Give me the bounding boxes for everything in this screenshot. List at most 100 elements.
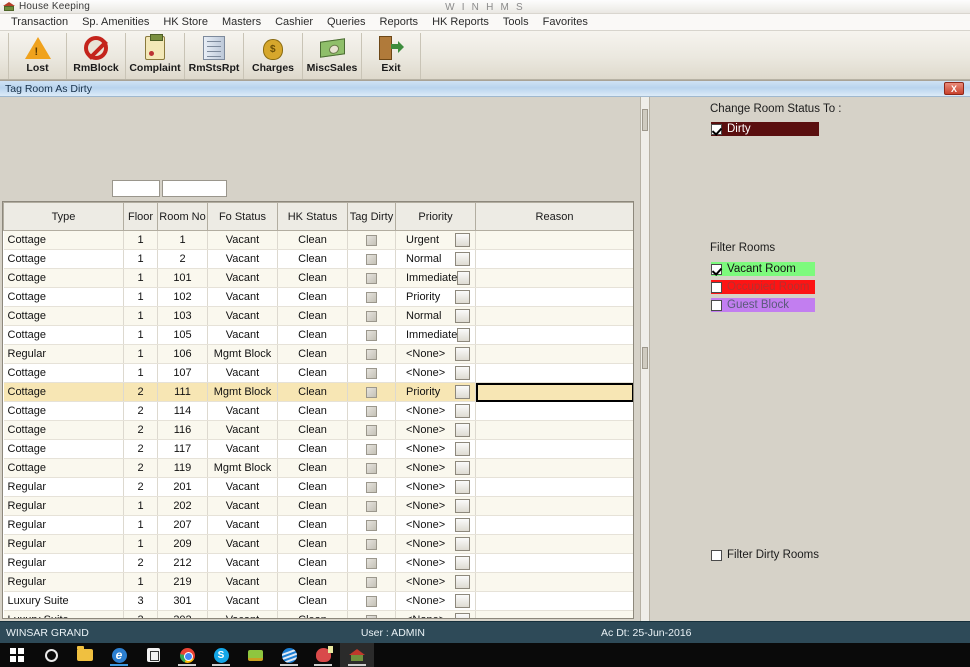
start-button[interactable] xyxy=(0,643,34,667)
cell-reason[interactable] xyxy=(476,592,634,611)
cell-priority[interactable]: Immediate xyxy=(396,269,476,288)
cell-priority[interactable]: Priority xyxy=(396,288,476,307)
tag-dirty-checkbox-icon[interactable] xyxy=(366,406,377,417)
col-priority[interactable]: Priority xyxy=(396,203,476,231)
cell-reason[interactable] xyxy=(476,611,634,620)
menu-reports[interactable]: Reports xyxy=(373,15,426,30)
cell-reason[interactable] xyxy=(476,231,634,250)
cell-priority[interactable]: Immediate xyxy=(396,326,476,345)
tag-dirty-checkbox-icon[interactable] xyxy=(366,501,377,512)
chevron-down-icon[interactable] xyxy=(455,233,470,247)
panel-splitter[interactable] xyxy=(640,97,650,622)
table-row[interactable]: Regular2201VacantClean<None> xyxy=(4,478,634,497)
menu-favorites[interactable]: Favorites xyxy=(536,15,595,30)
table-row[interactable]: Regular2212VacantClean<None> xyxy=(4,554,634,573)
menu-hk-store[interactable]: HK Store xyxy=(156,15,215,30)
chevron-down-icon[interactable] xyxy=(455,518,470,532)
chevron-down-icon[interactable] xyxy=(455,404,470,418)
filter-option-vacant-room[interactable]: Vacant Room xyxy=(711,262,815,276)
tag-dirty-checkbox-icon[interactable] xyxy=(366,387,377,398)
cell-reason[interactable] xyxy=(476,383,634,402)
chevron-down-icon[interactable] xyxy=(455,537,470,551)
room-filter-input[interactable] xyxy=(162,180,227,197)
table-row[interactable]: Cottage1101VacantCleanImmediate xyxy=(4,269,634,288)
filter-option-occupied-room[interactable]: Occupied Room xyxy=(711,280,815,294)
file-explorer-button[interactable] xyxy=(68,643,102,667)
col-floor[interactable]: Floor xyxy=(124,203,158,231)
cell-tag-dirty[interactable] xyxy=(348,592,396,611)
tag-dirty-checkbox-icon[interactable] xyxy=(366,577,377,588)
cell-priority[interactable]: <None> xyxy=(396,345,476,364)
chevron-down-icon[interactable] xyxy=(457,271,470,285)
tag-dirty-checkbox-icon[interactable] xyxy=(366,463,377,474)
menu-sp-amenities[interactable]: Sp. Amenities xyxy=(75,15,156,30)
cell-reason[interactable] xyxy=(476,554,634,573)
toolbar-lost-button[interactable]: Lost xyxy=(8,33,67,79)
cell-priority[interactable]: <None> xyxy=(396,459,476,478)
tag-dirty-checkbox-icon[interactable] xyxy=(366,539,377,550)
cell-reason[interactable] xyxy=(476,326,634,345)
cell-reason[interactable] xyxy=(476,288,634,307)
cell-priority[interactable]: <None> xyxy=(396,516,476,535)
menu-cashier[interactable]: Cashier xyxy=(268,15,320,30)
cortana-search-button[interactable] xyxy=(34,643,68,667)
cell-tag-dirty[interactable] xyxy=(348,516,396,535)
table-row[interactable]: Cottage2116VacantClean<None> xyxy=(4,421,634,440)
cell-reason[interactable] xyxy=(476,269,634,288)
cell-priority[interactable]: <None> xyxy=(396,497,476,516)
cell-priority[interactable]: <None> xyxy=(396,611,476,620)
close-icon[interactable]: X xyxy=(944,82,964,95)
cell-tag-dirty[interactable] xyxy=(348,231,396,250)
blue-app-button[interactable] xyxy=(272,643,306,667)
tag-dirty-checkbox-icon[interactable] xyxy=(366,254,377,265)
col-reason[interactable]: Reason xyxy=(476,203,634,231)
table-row[interactable]: Cottage1102VacantCleanPriority xyxy=(4,288,634,307)
store-app-button[interactable] xyxy=(136,643,170,667)
toolbar-exit-button[interactable]: Exit xyxy=(362,33,421,79)
cell-tag-dirty[interactable] xyxy=(348,288,396,307)
menu-tools[interactable]: Tools xyxy=(496,15,536,30)
cell-tag-dirty[interactable] xyxy=(348,269,396,288)
tag-dirty-checkbox-icon[interactable] xyxy=(366,596,377,607)
chevron-down-icon[interactable] xyxy=(455,461,470,475)
cell-reason[interactable] xyxy=(476,497,634,516)
cell-tag-dirty[interactable] xyxy=(348,554,396,573)
table-row[interactable]: Regular1209VacantClean<None> xyxy=(4,535,634,554)
chevron-down-icon[interactable] xyxy=(455,252,470,266)
cell-priority[interactable]: <None> xyxy=(396,364,476,383)
menu-queries[interactable]: Queries xyxy=(320,15,373,30)
table-row[interactable]: Regular1207VacantClean<None> xyxy=(4,516,634,535)
chevron-down-icon[interactable] xyxy=(457,328,470,342)
table-row[interactable]: Cottage1103VacantCleanNormal xyxy=(4,307,634,326)
cell-reason[interactable] xyxy=(476,421,634,440)
table-row[interactable]: Cottage1105VacantCleanImmediate xyxy=(4,326,634,345)
cell-tag-dirty[interactable] xyxy=(348,497,396,516)
table-row[interactable]: Luxury Suite3302VacantClean<None> xyxy=(4,611,634,620)
table-row[interactable]: Cottage2111Mgmt BlockCleanPriority xyxy=(4,383,634,402)
tag-dirty-checkbox-icon[interactable] xyxy=(366,292,377,303)
tag-dirty-checkbox-icon[interactable] xyxy=(366,311,377,322)
table-row[interactable]: Cottage1107VacantClean<None> xyxy=(4,364,634,383)
tag-dirty-checkbox-icon[interactable] xyxy=(366,425,377,436)
table-row[interactable]: Cottage2117VacantClean<None> xyxy=(4,440,634,459)
chevron-down-icon[interactable] xyxy=(455,290,470,304)
chevron-down-icon[interactable] xyxy=(455,480,470,494)
chevron-down-icon[interactable] xyxy=(455,347,470,361)
col-room-no[interactable]: Room No xyxy=(158,203,208,231)
cell-tag-dirty[interactable] xyxy=(348,345,396,364)
cell-tag-dirty[interactable] xyxy=(348,421,396,440)
chevron-down-icon[interactable] xyxy=(455,594,470,608)
cell-priority[interactable]: Normal xyxy=(396,250,476,269)
table-row[interactable]: Cottage2114VacantClean<None> xyxy=(4,402,634,421)
house-keeping-app-button[interactable] xyxy=(340,643,374,667)
checkbox-icon[interactable] xyxy=(711,124,722,135)
microsoft-edge-button[interactable]: e xyxy=(102,643,136,667)
cell-priority[interactable]: <None> xyxy=(396,573,476,592)
floor-filter-input[interactable] xyxy=(112,180,160,197)
checkbox-icon[interactable] xyxy=(711,264,722,275)
cell-tag-dirty[interactable] xyxy=(348,573,396,592)
cell-reason[interactable] xyxy=(476,535,634,554)
chevron-down-icon[interactable] xyxy=(455,442,470,456)
cell-tag-dirty[interactable] xyxy=(348,459,396,478)
cell-tag-dirty[interactable] xyxy=(348,326,396,345)
